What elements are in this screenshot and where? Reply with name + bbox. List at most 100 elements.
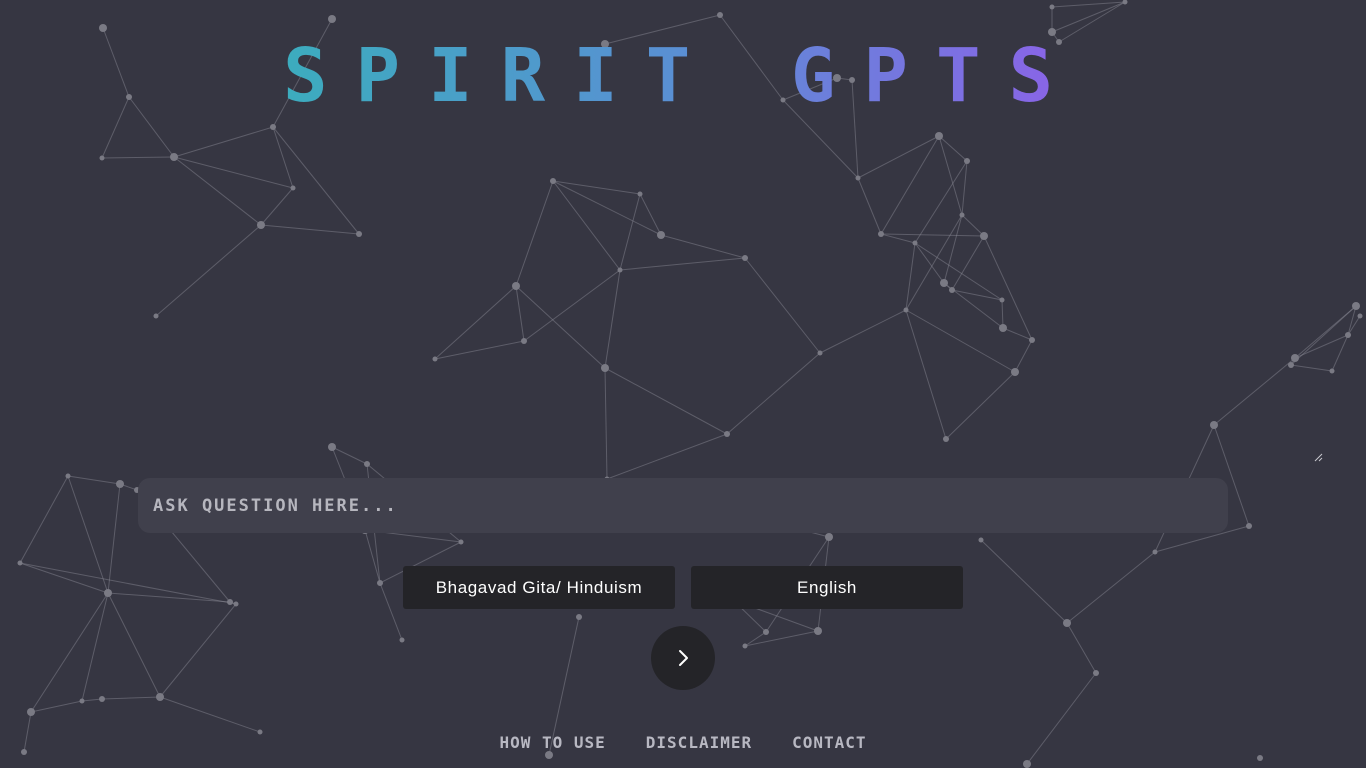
network-node xyxy=(126,94,132,100)
network-node xyxy=(1357,313,1363,319)
network-link xyxy=(128,96,175,158)
network-link xyxy=(619,257,746,271)
network-link xyxy=(914,160,968,244)
network-node xyxy=(1288,362,1294,368)
network-link xyxy=(30,700,83,713)
network-node xyxy=(617,267,623,273)
network-node xyxy=(878,231,884,237)
network-node xyxy=(1210,421,1218,429)
network-node xyxy=(270,124,276,130)
network-link xyxy=(943,214,963,284)
network-node xyxy=(432,356,438,362)
network-link xyxy=(951,235,985,291)
network-link xyxy=(515,180,554,287)
network-node xyxy=(364,461,370,467)
network-node xyxy=(935,132,943,140)
network-node xyxy=(356,231,362,237)
network-node xyxy=(763,629,769,635)
network-node xyxy=(99,155,105,161)
network-node xyxy=(637,191,643,197)
network-link xyxy=(1347,305,1357,336)
network-node xyxy=(999,297,1005,303)
network-link xyxy=(905,214,963,311)
network-node xyxy=(116,480,124,488)
network-node xyxy=(1152,549,1158,555)
network-link xyxy=(19,475,69,564)
scripture-select-value: Bhagavad Gita/ Hinduism xyxy=(435,577,643,597)
network-link xyxy=(67,475,121,485)
network-node xyxy=(1093,670,1099,676)
network-node xyxy=(99,696,105,702)
network-node xyxy=(17,560,23,566)
network-node xyxy=(104,589,112,597)
resize-grip-icon xyxy=(1314,453,1323,462)
network-node xyxy=(949,287,955,293)
submit-button[interactable] xyxy=(651,626,715,690)
network-node xyxy=(1029,337,1035,343)
scripture-select[interactable]: Bhagavad Gita/ Hinduism xyxy=(403,566,675,609)
network-node xyxy=(717,12,723,18)
network-link xyxy=(1066,551,1156,624)
network-link xyxy=(604,367,728,435)
network-node xyxy=(724,431,730,437)
network-node xyxy=(742,255,748,261)
network-node xyxy=(978,537,984,543)
network-node xyxy=(170,153,178,161)
network-node xyxy=(825,533,833,541)
network-link xyxy=(1213,357,1296,426)
network-link xyxy=(107,592,231,603)
network-link xyxy=(30,592,109,713)
network-link xyxy=(945,371,1016,440)
network-link xyxy=(905,242,916,311)
network-node xyxy=(79,698,85,704)
network-link xyxy=(857,177,882,235)
network-node xyxy=(657,231,665,239)
network-link xyxy=(434,340,525,360)
contact-link[interactable]: CONTACT xyxy=(792,733,866,753)
network-link xyxy=(880,233,985,237)
network-link xyxy=(81,698,103,702)
network-node xyxy=(512,282,520,290)
network-node xyxy=(257,221,265,229)
disclaimer-link[interactable]: DISCLAIMER xyxy=(646,733,752,753)
network-node xyxy=(817,350,823,356)
network-link xyxy=(983,235,1033,341)
network-link xyxy=(604,269,621,369)
network-link xyxy=(515,285,525,342)
network-node xyxy=(959,212,965,218)
how-to-use-link[interactable]: HOW TO USE xyxy=(499,733,605,753)
network-link xyxy=(364,529,381,584)
network-node xyxy=(855,175,861,181)
network-link xyxy=(744,257,821,354)
network-node xyxy=(903,307,909,313)
network-link xyxy=(107,483,121,594)
network-node xyxy=(156,693,164,701)
network-link xyxy=(173,156,262,226)
network-link xyxy=(961,214,985,237)
network-node xyxy=(1352,302,1360,310)
network-node xyxy=(1291,354,1299,362)
network-link xyxy=(272,126,294,189)
network-node xyxy=(980,232,988,240)
network-link xyxy=(260,187,294,226)
network-link xyxy=(159,603,237,698)
network-node xyxy=(1345,332,1351,338)
network-node xyxy=(576,614,582,620)
network-link xyxy=(819,309,907,354)
network-link xyxy=(726,352,821,435)
network-link xyxy=(101,96,130,159)
language-select[interactable]: English xyxy=(691,566,963,609)
network-link xyxy=(101,696,161,700)
app-root: SPIRIT GPTS Bhagavad Gita/ Hinduism Engl… xyxy=(0,0,1366,768)
network-node xyxy=(65,473,71,479)
network-node xyxy=(227,599,233,605)
network-node xyxy=(940,279,948,287)
network-link xyxy=(101,156,175,159)
network-node xyxy=(377,580,383,586)
network-link xyxy=(523,269,621,342)
question-input[interactable] xyxy=(138,478,1228,533)
network-node xyxy=(328,15,336,23)
language-select-value: English xyxy=(797,577,857,597)
network-node xyxy=(1246,523,1252,529)
network-link xyxy=(552,180,621,271)
